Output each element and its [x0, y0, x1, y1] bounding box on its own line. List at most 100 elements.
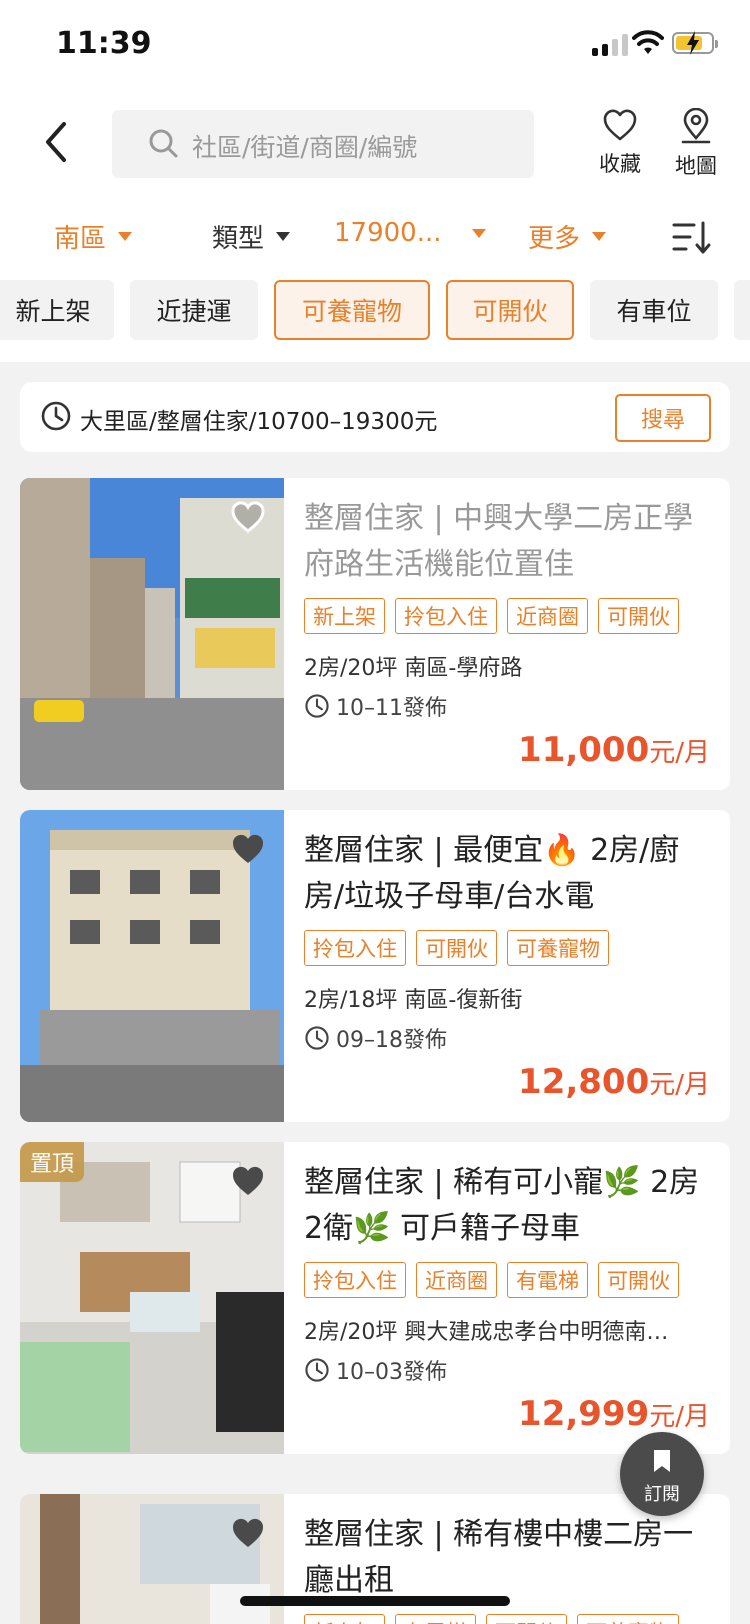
price-unit: 元/月 — [649, 1070, 710, 1100]
bookmark-icon — [654, 1450, 670, 1472]
clock-icon — [305, 694, 329, 718]
listing-tags: 拎包入住 可開伙 可養寵物 — [304, 930, 714, 968]
clock-icon — [41, 401, 71, 431]
signal-icon — [592, 32, 628, 56]
chip-cooking-allowed[interactable]: 可開伙 — [446, 280, 574, 340]
tag: 近商圈 — [507, 598, 588, 634]
heart-icon[interactable] — [230, 500, 266, 534]
price-value: 12,800 — [518, 1062, 650, 1102]
favorite-label: 收藏 — [599, 152, 641, 176]
tag: 有電梯 — [507, 1262, 588, 1298]
pinned-badge: 置頂 — [20, 1142, 85, 1182]
back-arrow-icon[interactable] — [38, 118, 78, 168]
listing-date-text: 10–11發佈 — [336, 696, 447, 721]
listing-tags: 新上架 拎包入住 近商圈 可開伙 — [304, 598, 714, 636]
region-filter-label: 南區 — [54, 224, 107, 254]
tag: 可開伙 — [598, 598, 679, 634]
chip-label: 可開伙 — [472, 297, 548, 326]
listing-date: 10–11發佈 — [304, 690, 714, 722]
recent-search-text: 大里區/整層住家/10700–19300元 — [80, 409, 438, 435]
map-button[interactable]: 地圖 — [664, 107, 728, 180]
status-bar: 11:39 — [0, 0, 750, 90]
price-unit: 元/月 — [649, 738, 710, 768]
listing-info: 整層住家 | 稀有可小寵🌿 2房2衛🌿 可戶籍子母車 拎包入住 近商圈 有電梯 … — [304, 1160, 714, 1386]
listing-price: 12,999元/月 — [518, 1394, 710, 1434]
listing-tags: 拎包入住 近商圈 有電梯 可開伙 — [304, 1262, 714, 1300]
heart-icon[interactable] — [230, 1516, 266, 1550]
clock-icon — [305, 1026, 329, 1050]
heart-icon[interactable] — [230, 1164, 266, 1198]
type-filter[interactable]: 類型 — [212, 218, 291, 255]
search-button[interactable]: 搜尋 — [615, 394, 711, 442]
chip-overflow[interactable] — [734, 280, 750, 340]
tag: 可開伙 — [598, 1262, 679, 1298]
tag: 可開伙 — [486, 1614, 567, 1624]
tag: 可養寵物 — [577, 1614, 679, 1624]
price-unit: 元/月 — [649, 1402, 710, 1432]
map-label: 地圖 — [675, 154, 717, 178]
listing-meta: 2房/20坪 南區-學府路 — [304, 656, 523, 681]
listing-date-text: 09–18發佈 — [336, 1028, 447, 1053]
listing-card[interactable]: 整層住家 | 中興大學二房正學府路生活機能位置佳 新上架 拎包入住 近商圈 可開… — [20, 478, 730, 790]
listing-photo: 置頂 — [20, 1142, 284, 1454]
listing-photo — [20, 810, 284, 1122]
dropdown-arrow-icon — [471, 228, 486, 238]
tag: 拎包入住 — [304, 1262, 406, 1298]
listing-info: 整層住家 | 中興大學二房正學府路生活機能位置佳 新上架 拎包入住 近商圈 可開… — [304, 496, 714, 722]
tag: 拎包入住 — [395, 598, 497, 634]
heart-outline-icon — [603, 109, 637, 141]
price-filter[interactable]: 17900... — [334, 218, 486, 248]
price-value: 11,000 — [518, 730, 650, 770]
listing-title: 整層住家 | 中興大學二房正學府路生活機能位置佳 — [304, 501, 694, 582]
tag: 近商圈 — [416, 1262, 497, 1298]
chip-parking[interactable]: 有車位 — [590, 280, 718, 340]
listing-meta: 2房/18坪 南區-復新街 — [304, 988, 523, 1013]
dropdown-arrow-icon — [592, 232, 607, 241]
quick-filter-chips: 新上架 近捷運 可養寵物 可開伙 有車位 — [0, 280, 750, 342]
chip-new[interactable]: 新上架 — [0, 280, 114, 340]
listing-title: 整層住家 | 最便宜🔥 2房/廚房/垃圾子母車/台水電 — [304, 833, 680, 914]
chip-pets-allowed[interactable]: 可養寵物 — [274, 280, 430, 340]
recent-search[interactable]: 大里區/整層住家/10700–19300元 搜尋 — [20, 382, 730, 452]
clock-icon — [305, 1358, 329, 1382]
tag: 可養寵物 — [507, 930, 609, 966]
listing-price: 11,000元/月 — [518, 730, 710, 770]
favorite-button[interactable]: 收藏 — [588, 108, 652, 178]
price-value: 12,999 — [518, 1394, 650, 1434]
chip-label: 新上架 — [15, 297, 91, 326]
listing-card[interactable]: 置頂 整層住家 | 稀有可小寵🌿 2房2衛🌿 可戶籍子母車 拎包入住 近商圈 有… — [20, 1142, 730, 1454]
listing-card[interactable]: 整層住家 | 最便宜🔥 2房/廚房/垃圾子母車/台水電 拎包入住 可開伙 可養寵… — [20, 810, 730, 1122]
listing-tags: 新上架 有電梯 可開伙 可養寵物 — [304, 1614, 714, 1624]
wifi-icon — [632, 30, 664, 54]
sort-icon[interactable] — [672, 220, 712, 256]
more-filter[interactable]: 更多 — [528, 218, 607, 255]
dropdown-arrow-icon — [276, 232, 291, 241]
chip-label: 近捷運 — [156, 297, 232, 326]
tag: 新上架 — [304, 1614, 385, 1624]
more-filter-label: 更多 — [528, 224, 581, 254]
search-icon — [149, 129, 178, 158]
listing-date: 09–18發佈 — [304, 1022, 714, 1054]
listing-info: 整層住家 | 最便宜🔥 2房/廚房/垃圾子母車/台水電 拎包入住 可開伙 可養寵… — [304, 828, 714, 1054]
tag: 有電梯 — [395, 1614, 476, 1624]
listing-info: 整層住家 | 稀有樓中樓二房一廳出租 新上架 有電梯 可開伙 可養寵物 — [304, 1512, 714, 1624]
type-filter-label: 類型 — [212, 224, 265, 254]
listing-date: 10–03發佈 — [304, 1354, 714, 1386]
region-filter[interactable]: 南區 — [54, 218, 133, 255]
map-pin-icon — [681, 107, 711, 144]
price-filter-label: 17900... — [334, 218, 442, 248]
charging-icon — [687, 31, 699, 55]
search-placeholder: 社區/街道/商圈/編號 — [192, 133, 418, 162]
subscribe-button[interactable]: 訂閱 — [620, 1432, 704, 1516]
search-input[interactable]: 社區/街道/商圈/編號 — [112, 110, 534, 178]
listing-photo — [20, 478, 284, 790]
listing-price: 12,800元/月 — [518, 1062, 710, 1102]
listing-title: 整層住家 | 稀有可小寵🌿 2房2衛🌿 可戶籍子母車 — [304, 1165, 700, 1246]
listing-title: 整層住家 | 稀有樓中樓二房一廳出租 — [304, 1517, 694, 1598]
listing-date-text: 10–03發佈 — [336, 1360, 447, 1385]
chip-label: 可養寵物 — [301, 297, 402, 326]
heart-icon[interactable] — [230, 832, 266, 866]
dropdown-arrow-icon — [118, 232, 133, 241]
chip-near-mrt[interactable]: 近捷運 — [130, 280, 258, 340]
listing-meta: 2房/20坪 興大建成忠孝台中明德南… — [304, 1320, 669, 1345]
